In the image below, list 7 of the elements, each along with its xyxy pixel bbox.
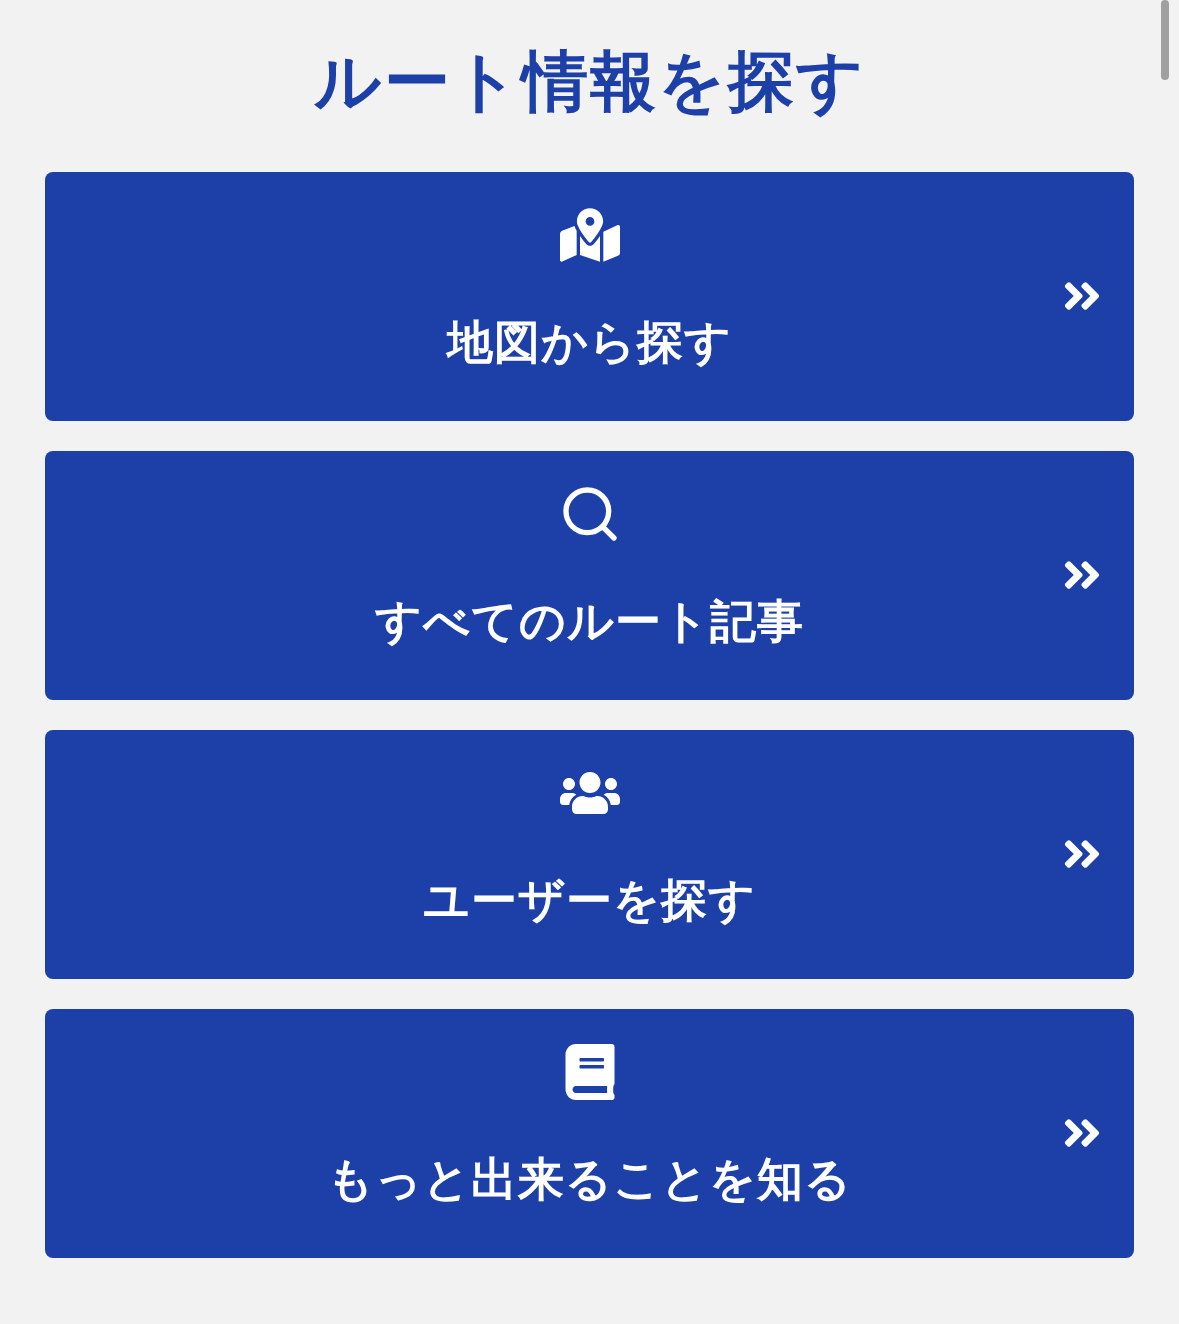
menu-card-button[interactable]: ユーザーを探す [45,730,1134,979]
page-title: ルート情報を探す [313,43,866,120]
menu-card-button[interactable]: もっと出来ることを知る [45,1009,1134,1258]
menu-card-button[interactable]: 地図から探す [45,172,1134,421]
scrollbar-thumb[interactable] [1161,0,1169,80]
menu-card-button[interactable]: すべてのルート記事 [45,451,1134,700]
map-icon [559,205,620,265]
